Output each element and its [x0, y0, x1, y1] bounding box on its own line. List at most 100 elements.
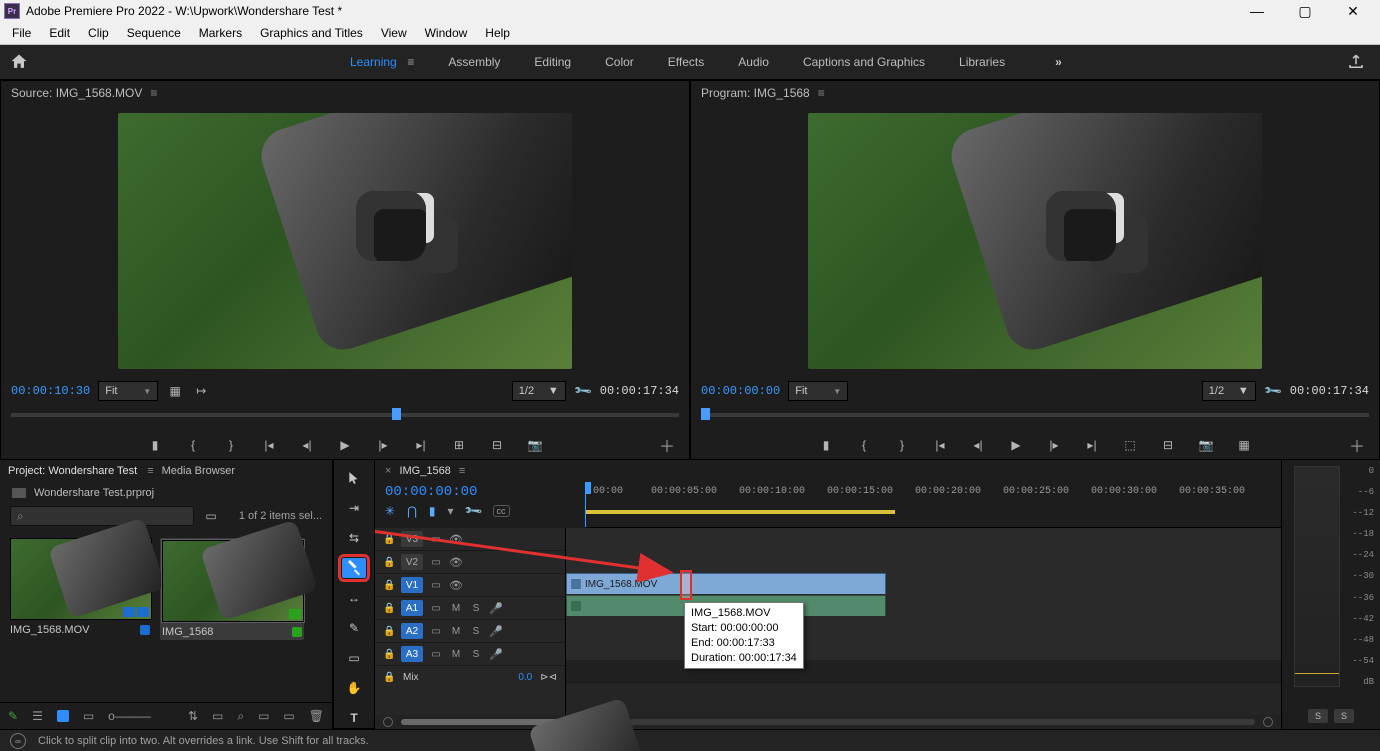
video-clip[interactable]: IMG_1568.MOV	[566, 573, 886, 595]
mic-icon[interactable]: 🎤	[489, 602, 503, 615]
goto-in-icon[interactable]: |◂	[931, 437, 949, 453]
goto-in-icon[interactable]: |◂	[260, 437, 278, 453]
panel-menu-icon[interactable]: ≡	[150, 86, 155, 100]
solo-button[interactable]: S	[469, 603, 483, 614]
track-target[interactable]: A3	[401, 646, 423, 662]
home-icon[interactable]	[8, 52, 30, 72]
step-fwd-icon[interactable]: |▸	[1045, 437, 1063, 453]
wrench-icon[interactable]: 🔧	[463, 501, 483, 521]
track-header-v2[interactable]: 🔒V2▭👁	[375, 551, 565, 574]
ws-audio[interactable]: Audio	[738, 55, 769, 69]
lock-icon[interactable]: 🔒	[383, 557, 395, 568]
solo-button[interactable]: S	[469, 626, 483, 637]
sync-lock-icon[interactable]: ▭	[429, 626, 443, 637]
playhead-line[interactable]	[585, 482, 586, 528]
lock-icon[interactable]: 🔒	[383, 534, 395, 545]
menu-file[interactable]: File	[6, 26, 37, 40]
goto-out-icon[interactable]: ▸|	[1083, 437, 1101, 453]
timeline-ruler[interactable]: :00:00 00:00:05:00 00:00:10:00 00:00:15:…	[585, 482, 1281, 528]
step-back-icon[interactable]: ◂|	[969, 437, 987, 453]
project-search-input[interactable]: ⌕	[10, 506, 194, 526]
eye-icon[interactable]: 👁	[449, 533, 463, 546]
add-button-icon[interactable]: ＋	[1349, 433, 1365, 457]
source-fit-dropdown[interactable]: Fit▼	[98, 381, 158, 401]
quick-export-icon[interactable]	[1346, 53, 1366, 71]
tab-project[interactable]: Project: Wondershare Test	[8, 465, 137, 477]
mix-row[interactable]: 🔒Mix0.0⊳⊲	[375, 666, 565, 688]
compare-icon[interactable]: ▦	[1235, 437, 1253, 453]
overwrite-icon[interactable]: ⊟	[488, 437, 506, 453]
track-body[interactable]: IMG_1568.MOV IMG_1568.MOV Start: 00:00:0…	[566, 528, 1281, 715]
menu-sequence[interactable]: Sequence	[121, 26, 187, 40]
program-scrub[interactable]	[691, 405, 1379, 431]
extract-icon[interactable]: ⊟	[1159, 437, 1177, 453]
clip-item[interactable]: IMG_1568.MOV	[10, 538, 150, 636]
panel-menu-icon[interactable]: ≡	[459, 465, 463, 477]
source-timecode-in[interactable]: 00:00:10:30	[11, 384, 90, 398]
source-resolution-dropdown[interactable]: 1/2▼	[512, 381, 566, 401]
workspace-overflow-button[interactable]: »	[1055, 55, 1062, 69]
trash-icon[interactable]: 🗑	[309, 709, 324, 723]
sort-icon[interactable]: ⇅	[188, 709, 198, 723]
find-icon[interactable]: ⌕	[237, 709, 244, 724]
menu-markers[interactable]: Markers	[193, 26, 248, 40]
project-bins[interactable]: IMG_1568.MOV IMG_1568	[0, 528, 332, 702]
source-scrub[interactable]	[1, 405, 689, 431]
track-header-a3[interactable]: 🔒A3▭MS🎤	[375, 643, 565, 666]
expand-icon[interactable]: ⊳⊲	[540, 672, 557, 683]
eye-icon[interactable]: 👁	[449, 556, 463, 569]
marker-icon[interactable]: ▮	[146, 437, 164, 453]
pen-icon[interactable]: ✎	[8, 709, 18, 723]
pen-tool-icon[interactable]: ✎	[342, 618, 366, 638]
snap-icon[interactable]: ✳	[385, 504, 395, 518]
work-area-bar[interactable]	[585, 510, 895, 514]
close-icon[interactable]: ×	[385, 465, 391, 477]
track-header-a2[interactable]: 🔒A2▭MS🎤	[375, 620, 565, 643]
ws-effects[interactable]: Effects	[668, 55, 704, 69]
creative-cloud-icon[interactable]: ∞	[10, 733, 26, 749]
filter-icon[interactable]: ▭	[202, 508, 220, 524]
solo-right[interactable]: S	[1334, 709, 1354, 723]
track-target[interactable]: A1	[401, 600, 423, 616]
mute-button[interactable]: M	[449, 626, 463, 637]
play-icon[interactable]: ▶	[336, 437, 354, 453]
track-target[interactable]: V2	[401, 554, 423, 570]
track-header-a1[interactable]: 🔒A1▭MS🎤	[375, 597, 565, 620]
zoom-slider[interactable]: o———	[108, 709, 151, 723]
hand-tool-icon[interactable]: ✋	[342, 678, 366, 698]
label-dot[interactable]	[292, 627, 302, 637]
lock-icon[interactable]: 🔒	[383, 626, 395, 637]
wrench-icon[interactable]: 🔧	[1261, 379, 1285, 403]
list-view-icon[interactable]: ☰	[32, 709, 43, 723]
track-target[interactable]: V3	[401, 531, 423, 547]
track-header-v1[interactable]: 🔒V1▭👁	[375, 574, 565, 597]
source-monitor[interactable]	[1, 105, 689, 377]
menu-help[interactable]: Help	[479, 26, 516, 40]
wrench-icon[interactable]: 🔧	[571, 379, 595, 403]
mix-value[interactable]: 0.0	[518, 672, 532, 683]
in-bracket-icon[interactable]: {	[184, 437, 202, 453]
mic-icon[interactable]: 🎤	[489, 648, 503, 661]
lock-icon[interactable]: 🔒	[383, 672, 395, 683]
play-icon[interactable]: ▶	[1007, 437, 1025, 453]
lock-icon[interactable]: 🔒	[383, 649, 395, 660]
program-header[interactable]: Program: IMG_1568 ≡	[691, 81, 1379, 105]
ws-editing[interactable]: Editing	[534, 55, 571, 69]
goto-out-icon[interactable]: ▸|	[412, 437, 430, 453]
type-tool-icon[interactable]: T	[342, 708, 366, 728]
step-icon[interactable]: ↦	[192, 383, 210, 399]
export-frame-icon[interactable]: 📷	[1197, 437, 1215, 453]
solo-button[interactable]: S	[469, 649, 483, 660]
rectangle-tool-icon[interactable]: ▭	[342, 648, 366, 668]
new-bin-icon[interactable]: ▭	[258, 709, 269, 723]
freeform-view-icon[interactable]: ▭	[83, 709, 94, 723]
ws-color[interactable]: Color	[605, 55, 634, 69]
maximize-button[interactable]: ▢	[1288, 3, 1322, 20]
marker-icon[interactable]: ▮	[429, 504, 436, 518]
lift-icon[interactable]: ⬚	[1121, 437, 1139, 453]
slip-tool-icon[interactable]: ↔	[342, 588, 366, 608]
panel-menu-icon[interactable]: ≡	[818, 86, 823, 100]
sync-lock-icon[interactable]: ▭	[429, 580, 443, 591]
mic-icon[interactable]: 🎤	[489, 625, 503, 638]
ws-assembly[interactable]: Assembly	[448, 55, 500, 69]
